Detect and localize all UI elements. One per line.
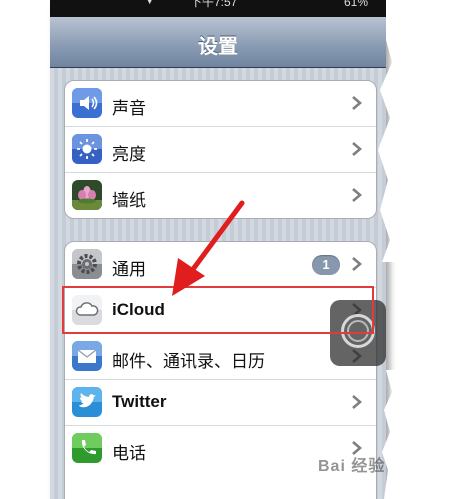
torn-edge-decoration — [378, 0, 453, 499]
watermark-logo: Bai 经验 — [318, 458, 386, 475]
